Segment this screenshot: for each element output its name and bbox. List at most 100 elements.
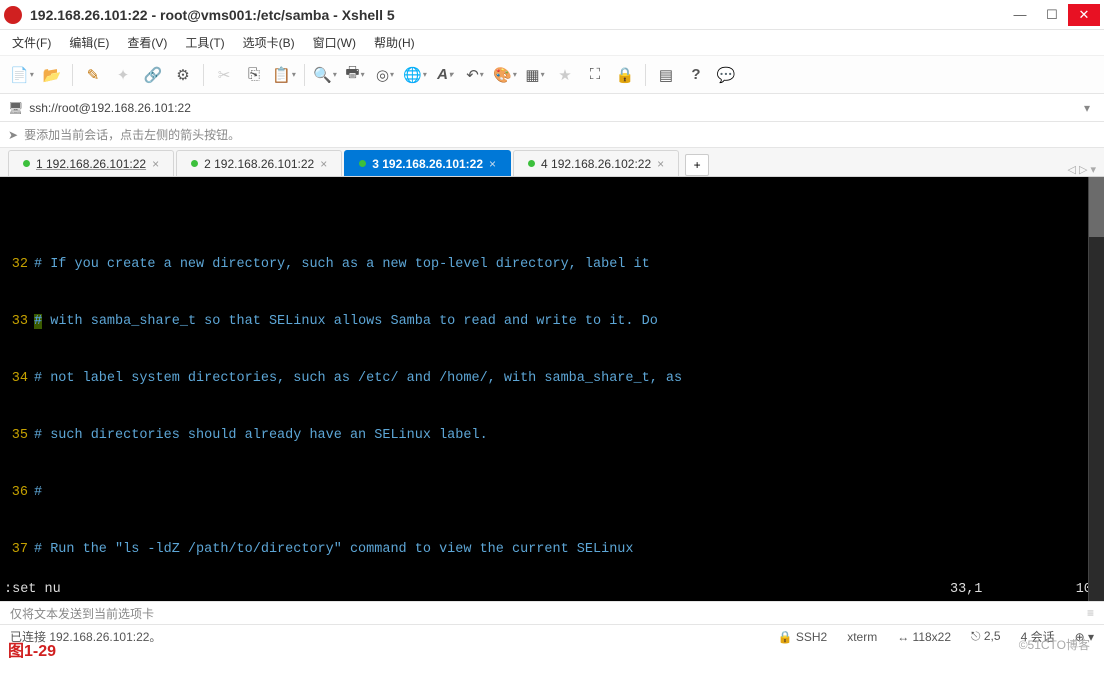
close-button[interactable]: ✕: [1068, 4, 1100, 26]
session-tab-2[interactable]: 2 192.168.26.101:22 ×: [176, 150, 342, 176]
calendar-icon: ▤: [659, 66, 673, 84]
send-to-hint: 仅将文本发送到当前选项卡 ≡: [0, 601, 1104, 624]
properties-button[interactable]: ⚙: [169, 61, 197, 89]
globe-button[interactable]: 🌐: [401, 61, 429, 89]
print-button[interactable]: 🖶: [341, 61, 369, 89]
undo-button[interactable]: ↶: [461, 61, 489, 89]
info-text: 要添加当前会话，点击左侧的箭头按钮。: [24, 126, 240, 143]
menu-tools[interactable]: 工具(T): [185, 34, 224, 51]
gear-icon: ⚙: [176, 66, 189, 84]
separator: [72, 64, 73, 86]
tab-nav[interactable]: ◁ ▷ ▾: [1067, 163, 1096, 176]
lock-button[interactable]: 🔒: [611, 61, 639, 89]
menu-help[interactable]: 帮助(H): [374, 34, 415, 51]
connection-status: 已连接 192.168.26.101:22。: [10, 628, 758, 645]
chat-button[interactable]: 💬: [712, 61, 740, 89]
calendar-button[interactable]: ▤: [652, 61, 680, 89]
star-icon: ★: [558, 66, 571, 84]
tab-label: 2 192.168.26.101:22: [204, 157, 314, 171]
terminal-view[interactable]: 32# If you create a new directory, such …: [0, 177, 1104, 601]
vim-command: :set nu: [4, 580, 950, 599]
chat-icon: 💬: [717, 66, 736, 84]
watermark: ©51CTO博客: [1019, 636, 1090, 653]
pencil-icon: ✎: [87, 66, 100, 84]
hint-menu[interactable]: ≡: [1087, 606, 1094, 620]
font-button[interactable]: A: [431, 61, 459, 89]
vim-status-line: :set nu 33,1 10%: [0, 578, 1104, 601]
address-field[interactable]: ssh://root@192.168.26.101:22: [29, 101, 1078, 115]
session-tab-3[interactable]: 3 192.168.26.101:22 ×: [344, 150, 511, 176]
resize-icon: ↔: [897, 630, 909, 644]
lock-icon: 🔒: [616, 66, 635, 84]
target-button[interactable]: ◎: [371, 61, 399, 89]
font-icon: A: [437, 66, 448, 83]
search-button[interactable]: 🔍: [311, 61, 339, 89]
reconnect-button[interactable]: 🔗: [139, 61, 167, 89]
figure-label: 图1-29: [8, 637, 56, 661]
color-button[interactable]: 🎨: [491, 61, 519, 89]
arrow-icon[interactable]: ➤: [8, 128, 18, 142]
code-line: 37# Run the "ls -ldZ /path/to/directory"…: [0, 540, 1104, 559]
code-line: 35# such directories should already have…: [0, 426, 1104, 445]
paste-button[interactable]: 📋: [270, 61, 298, 89]
edit-button[interactable]: ✎: [79, 61, 107, 89]
menu-bar: 文件(F) 编辑(E) 查看(V) 工具(T) 选项卡(B) 窗口(W) 帮助(…: [0, 30, 1104, 56]
window-title: 192.168.26.101:22 - root@vms001:/etc/sam…: [30, 7, 1004, 23]
connected-icon: [191, 160, 198, 167]
separator: [645, 64, 646, 86]
tab-label: 1 192.168.26.101:22: [36, 157, 146, 171]
folder-icon: 📂: [43, 66, 62, 84]
code-line: 36#: [0, 483, 1104, 502]
tab-label: 4 192.168.26.102:22: [541, 157, 651, 171]
fullscreen-icon: ⛶: [590, 66, 601, 83]
address-menu[interactable]: ▾: [1078, 101, 1096, 115]
scrollbar-vertical[interactable]: [1088, 177, 1104, 601]
close-tab-icon[interactable]: ×: [489, 157, 496, 171]
app-icon: [4, 6, 22, 24]
cut-button[interactable]: ✂: [210, 61, 238, 89]
title-bar: 192.168.26.101:22 - root@vms001:/etc/sam…: [0, 0, 1104, 30]
status-proto: 🔒 SSH2: [778, 630, 828, 644]
separator: [304, 64, 305, 86]
status-term: xterm: [847, 630, 877, 644]
close-tab-icon[interactable]: ×: [657, 157, 664, 171]
help-icon: ?: [691, 66, 700, 83]
cut-icon: ✂: [218, 66, 231, 84]
terminal-content: 32# If you create a new directory, such …: [0, 215, 1104, 601]
separator: [203, 64, 204, 86]
code-line: 34# not label system directories, such a…: [0, 369, 1104, 388]
session-tab-1[interactable]: 1 192.168.26.101:22 ×: [8, 150, 174, 176]
connected-icon: [23, 160, 30, 167]
undo-icon: ↶: [466, 66, 479, 84]
scrollbar-thumb[interactable]: [1089, 177, 1104, 237]
maximize-button[interactable]: ☐: [1036, 4, 1068, 26]
print-icon: 🖶: [345, 62, 359, 87]
copy-button[interactable]: ⎘: [240, 61, 268, 89]
add-tab-button[interactable]: +: [685, 154, 709, 176]
connected-icon: [528, 160, 535, 167]
address-bar: 🖥 ssh://root@192.168.26.101:22 ▾: [0, 94, 1104, 122]
vim-cursor-pos: 33,1: [950, 580, 1050, 599]
wand-button[interactable]: ✦: [109, 61, 137, 89]
app-button[interactable]: ▦: [521, 61, 549, 89]
paste-icon: 📋: [272, 66, 291, 84]
hint-text: 仅将文本发送到当前选项卡: [10, 605, 154, 622]
session-tab-4[interactable]: 4 192.168.26.102:22 ×: [513, 150, 679, 176]
connected-icon: [359, 160, 366, 167]
menu-edit[interactable]: 编辑(E): [69, 34, 109, 51]
fullscreen-button[interactable]: ⛶: [581, 61, 609, 89]
menu-window[interactable]: 窗口(W): [313, 34, 356, 51]
close-tab-icon[interactable]: ×: [152, 157, 159, 171]
minimize-button[interactable]: —: [1004, 4, 1036, 26]
menu-tab[interactable]: 选项卡(B): [243, 34, 295, 51]
code-line: 33# # with samba_share_t so that SELinux…: [0, 312, 1104, 331]
info-bar: ➤ 要添加当前会话，点击左侧的箭头按钮。: [0, 122, 1104, 148]
menu-view[interactable]: 查看(V): [127, 34, 167, 51]
help-button[interactable]: ?: [682, 61, 710, 89]
open-button[interactable]: 📂: [38, 61, 66, 89]
close-tab-icon[interactable]: ×: [320, 157, 327, 171]
status-bar: 已连接 192.168.26.101:22。 🔒 SSH2 xterm ↔ 11…: [0, 624, 1104, 648]
new-session-button[interactable]: 📄: [8, 61, 36, 89]
menu-file[interactable]: 文件(F): [12, 34, 51, 51]
favorite-button[interactable]: ★: [551, 61, 579, 89]
